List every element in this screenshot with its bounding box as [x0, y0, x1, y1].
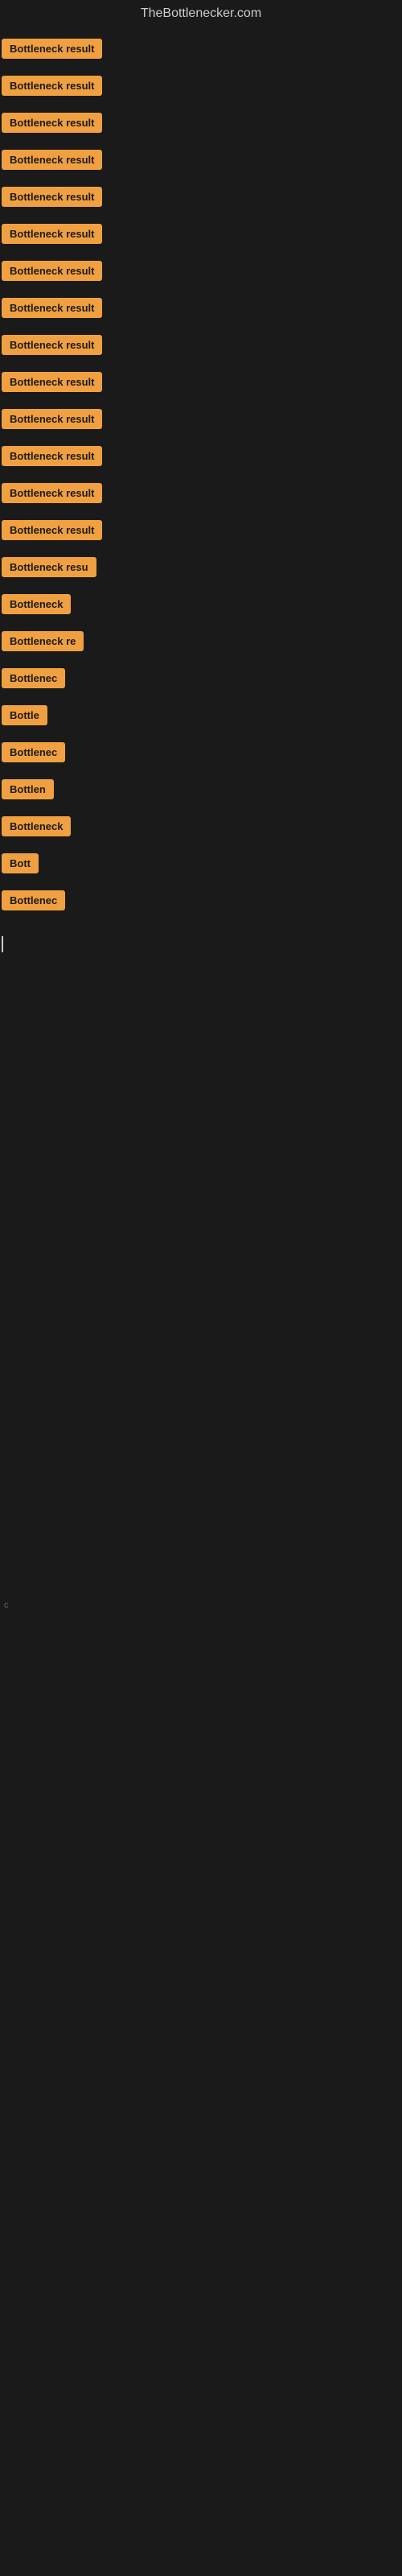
bottleneck-badge: Bottleneck result [2, 150, 102, 170]
bottleneck-item[interactable]: Bottleneck result [0, 258, 402, 288]
bottleneck-badge: Bottlenec [2, 890, 65, 910]
bottleneck-badge: Bottleneck result [2, 39, 102, 59]
bottleneck-item[interactable]: Bottleneck result [0, 517, 402, 547]
bottleneck-badge: Bottleneck result [2, 409, 102, 429]
bottleneck-item[interactable]: Bottleneck result [0, 295, 402, 325]
bottleneck-badge: Bottleneck re [2, 631, 84, 651]
bottleneck-item[interactable]: Bottleneck resu [0, 554, 402, 584]
bottleneck-item[interactable]: Bottleneck [0, 591, 402, 621]
site-title: TheBottlenecker.com [0, 0, 402, 27]
bottleneck-item[interactable]: Bottleneck result [0, 35, 402, 66]
bottleneck-item[interactable]: Bottlenec [0, 739, 402, 770]
bottleneck-item[interactable]: Bottlen [0, 776, 402, 807]
bottleneck-badge: Bottleneck result [2, 372, 102, 392]
bottleneck-item[interactable]: Bottleneck result [0, 109, 402, 140]
bottleneck-item[interactable]: Bottlenec [0, 665, 402, 696]
bottleneck-badge: Bott [2, 853, 39, 873]
bottleneck-badge: Bottleneck result [2, 483, 102, 503]
bottleneck-item[interactable]: Bottleneck result [0, 480, 402, 510]
bottleneck-item[interactable]: Bottleneck result [0, 221, 402, 251]
bottleneck-item[interactable]: Bottleneck result [0, 406, 402, 436]
bottleneck-badge: Bottleneck [2, 816, 71, 836]
bottleneck-badge: Bottleneck result [2, 446, 102, 466]
bottleneck-badge: Bottle [2, 705, 47, 725]
bottleneck-badge: Bottleneck result [2, 261, 102, 281]
bottleneck-list: Bottleneck result Bottleneck result Bottle… [0, 27, 402, 932]
bottleneck-badge: Bottleneck result [2, 224, 102, 244]
bottleneck-item[interactable]: Bottleneck result [0, 72, 402, 103]
bottleneck-item[interactable]: Bottlenec [0, 887, 402, 918]
bottleneck-badge: Bottleneck result [2, 187, 102, 207]
bottleneck-badge: Bottleneck result [2, 520, 102, 540]
bottleneck-item[interactable]: Bottleneck result [0, 369, 402, 399]
bottleneck-item[interactable]: Bottleneck [0, 813, 402, 844]
page-wrapper: TheBottlenecker.com Bottleneck resultBot… [0, 0, 402, 1614]
bottleneck-badge: Bottleneck resu [2, 557, 96, 577]
bottleneck-item[interactable]: Bottleneck re [0, 628, 402, 658]
bottleneck-item[interactable]: Bottleneck result [0, 147, 402, 177]
bottleneck-item[interactable]: Bottle [0, 702, 402, 733]
bottleneck-item[interactable]: Bottleneck result [0, 332, 402, 362]
bottleneck-badge: Bottlenec [2, 742, 65, 762]
bottleneck-badge: Bottleneck [2, 594, 71, 614]
bottleneck-badge: Bottlenec [2, 668, 65, 688]
bottleneck-badge: Bottleneck result [2, 113, 102, 133]
text-cursor [2, 936, 3, 952]
bottleneck-item[interactable]: Bottleneck result [0, 443, 402, 473]
bottleneck-badge: Bottleneck result [2, 335, 102, 355]
bottleneck-item[interactable]: Bottleneck result [0, 184, 402, 214]
bottleneck-item[interactable]: Bott [0, 850, 402, 881]
footer-char: c [0, 1596, 402, 1614]
bottleneck-badge: Bottlen [2, 779, 54, 799]
bottleneck-badge: Bottleneck result [2, 76, 102, 96]
bottleneck-badge: Bottleneck result [2, 298, 102, 318]
